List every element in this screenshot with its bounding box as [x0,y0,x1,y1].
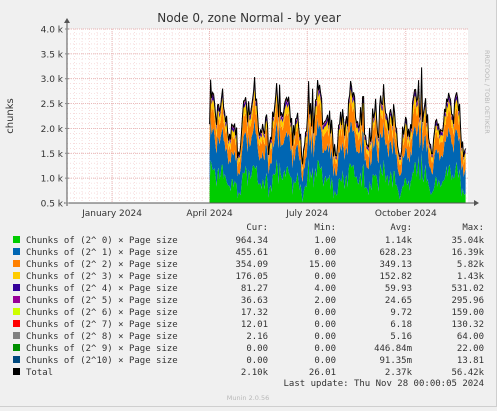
legend-swatch-chunks-of-2-3-page-size [13,272,20,279]
legend-min-chunks-of-2-8-page-size: 0.00 [314,332,336,342]
legend-max-chunks-of-2-4-page-size: 531.02 [451,284,484,294]
y-axis-label: chunks [5,98,16,134]
legend-max-chunks-of-2-3-page-size: 1.43k [457,272,485,282]
y-tick-label: 3.0 k [41,75,64,85]
legend-swatch-total [13,368,20,375]
legend-min-chunks-of-2-6-page-size: 0.00 [314,308,336,318]
legend-min-chunks-of-2-9-page-size: 0.00 [314,344,336,354]
legend-name-chunks-of-2-3-page-size: Chunks of (2^ 3) × Page size [26,272,178,282]
legend-avg-chunks-of-2-7-page-size: 6.18 [390,320,412,330]
legend-name-chunks-of-2-4-page-size: Chunks of (2^ 4) × Page size [26,284,178,294]
legend-swatch-chunks-of-2-8-page-size [13,332,20,339]
y-axis-arrow [64,18,70,23]
chart-title: Node 0, zone Normal - by year [157,11,341,25]
legend-max-total: 56.42k [451,368,484,378]
legend-max-chunks-of-2-5-page-size: 295.96 [451,296,484,306]
munin-version: Munin 2.0.56 [227,394,270,402]
legend-max-chunks-of-2-2-page-size: 5.82k [457,260,485,270]
y-tick-label: 1.0 k [41,175,64,185]
x-tick-label: July 2024 [285,209,328,219]
legend-max-chunks-of-2-1-page-size: 16.39k [451,248,484,258]
legend-header-max: Max: [462,223,484,233]
legend-min-chunks-of-2-4-page-size: 4.00 [314,284,336,294]
legend-swatch-chunks-of-2-4-page-size [13,284,20,291]
legend-name-total: Total [26,368,53,378]
legend-max-chunks-of-2-9-page-size: 22.00 [457,344,484,354]
legend-cur-chunks-of-2-3-page-size: 176.05 [235,272,268,282]
legend-avg-chunks-of-2-3-page-size: 152.82 [379,272,412,282]
legend-cur-chunks-of-2-4-page-size: 81.27 [241,284,268,294]
legend-cur-chunks-of-2-1-page-size: 455.61 [235,248,268,258]
legend-avg-chunks-of-2-0-page-size: 1.14k [385,236,413,246]
legend-min-total: 26.01 [309,368,336,378]
legend-name-chunks-of-2-6-page-size: Chunks of (2^ 6) × Page size [26,308,178,318]
legend-name-chunks-of-2-5-page-size: Chunks of (2^ 5) × Page size [26,296,178,306]
legend-name-chunks-of-2-2-page-size: Chunks of (2^ 2) × Page size [26,260,178,270]
legend-min-chunks-of-2-2-page-size: 15.00 [309,260,336,270]
legend-min-chunks-of-2-10-page-size: 0.00 [314,356,336,366]
x-tick-label: October 2024 [375,209,437,219]
x-tick-label: January 2024 [81,209,142,219]
legend-header-avg: Avg: [390,223,412,233]
x-tick-label: April 2024 [186,209,233,219]
legend-min-chunks-of-2-5-page-size: 2.00 [314,296,336,306]
legend-swatch-chunks-of-2-7-page-size [13,320,20,327]
legend-cur-chunks-of-2-5-page-size: 36.63 [241,296,268,306]
legend-min-chunks-of-2-1-page-size: 0.00 [314,248,336,258]
y-tick-label: 2.0 k [41,125,64,135]
munin-graph-frame: 0.5 k 1.0 k 1.5 k 2.0 k 2.5 k 3.0 k 3.5 k 4.0 k… [0,0,497,407]
legend-swatch-chunks-of-2-0-page-size [13,236,20,243]
legend-swatch-chunks-of-2-5-page-size [13,296,20,303]
x-axis-arrow [474,200,479,206]
legend-cur-chunks-of-2-9-page-size: 0.00 [246,344,268,354]
legend-min-chunks-of-2-3-page-size: 0.00 [314,272,336,282]
legend-name-chunks-of-2-7-page-size: Chunks of (2^ 7) × Page size [26,320,178,330]
legend-cur-chunks-of-2-6-page-size: 17.32 [241,308,268,318]
chunks-area-chart: 0.5 k 1.0 k 1.5 k 2.0 k 2.5 k 3.0 k 3.5 k 4.0 k… [5,11,491,402]
legend-name-chunks-of-2-8-page-size: Chunks of (2^ 8) × Page size [26,332,178,342]
legend-min-chunks-of-2-0-page-size: 1.00 [314,236,336,246]
legend-max-chunks-of-2-7-page-size: 130.32 [451,320,484,330]
legend-avg-chunks-of-2-4-page-size: 59.93 [385,284,412,294]
legend-max-chunks-of-2-0-page-size: 35.04k [451,236,484,246]
legend-swatch-chunks-of-2-2-page-size [13,260,20,267]
legend-swatch-chunks-of-2-10-page-size [13,356,20,363]
legend-header-cur: Cur: [246,223,268,233]
legend-cur-chunks-of-2-10-page-size: 0.00 [246,356,268,366]
legend-avg-total: 2.37k [385,368,413,378]
legend-avg-chunks-of-2-6-page-size: 9.72 [390,308,412,318]
y-tick-label: 2.5 k [41,100,64,110]
y-tick-label: 1.5 k [41,150,64,160]
legend-cur-total: 2.10k [241,368,269,378]
legend-name-chunks-of-2-10-page-size: Chunks of (2^10) × Page size [26,356,178,366]
rrdtool-watermark: RRDTOOL / TOBI OETIKER [483,50,491,134]
y-tick-label: 4.0 k [41,26,64,36]
legend-name-chunks-of-2-0-page-size: Chunks of (2^ 0) × Page size [26,236,178,246]
legend-avg-chunks-of-2-9-page-size: 446.84m [374,344,412,354]
legend-min-chunks-of-2-7-page-size: 0.00 [314,320,336,330]
legend-name-chunks-of-2-1-page-size: Chunks of (2^ 1) × Page size [26,248,178,258]
legend-cur-chunks-of-2-0-page-size: 964.34 [235,236,268,246]
legend-cur-chunks-of-2-2-page-size: 354.09 [235,260,268,270]
legend-avg-chunks-of-2-10-page-size: 91.35m [379,356,412,366]
legend-max-chunks-of-2-8-page-size: 64.00 [457,332,484,342]
legend-cur-chunks-of-2-7-page-size: 12.01 [241,320,268,330]
legend-cur-chunks-of-2-8-page-size: 2.16 [246,332,268,342]
y-tick-label: 3.5 k [41,50,64,60]
legend-avg-chunks-of-2-8-page-size: 5.16 [390,332,412,342]
legend-max-chunks-of-2-10-page-size: 13.81 [457,356,484,366]
legend-name-chunks-of-2-9-page-size: Chunks of (2^ 9) × Page size [26,344,178,354]
legend-header-min: Min: [314,223,336,233]
legend-avg-chunks-of-2-5-page-size: 24.65 [385,296,412,306]
legend-swatch-chunks-of-2-1-page-size [13,248,20,255]
legend-swatch-chunks-of-2-6-page-size [13,308,20,315]
last-update: Last update: Thu Nov 28 00:00:05 2024 [284,379,484,389]
y-tick-label: 0.5 k [41,200,64,210]
legend-swatch-chunks-of-2-9-page-size [13,344,20,351]
legend-avg-chunks-of-2-1-page-size: 628.23 [379,248,412,258]
legend-max-chunks-of-2-6-page-size: 159.00 [451,308,484,318]
legend-avg-chunks-of-2-2-page-size: 349.13 [379,260,412,270]
